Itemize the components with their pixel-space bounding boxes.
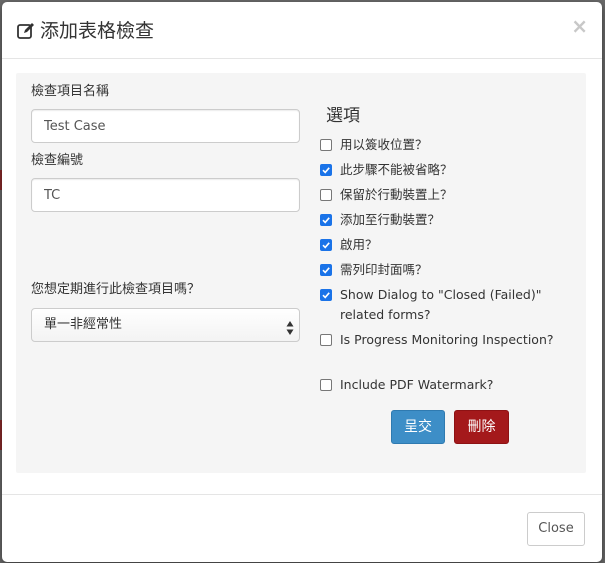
checkbox-checked[interactable] (320, 214, 332, 226)
option-item[interactable]: Show Dialog to "Closed (Failed)" related… (320, 285, 580, 325)
inspection-number-input[interactable] (31, 178, 300, 212)
checkmark-icon (322, 217, 330, 224)
close-button[interactable]: Close (527, 512, 585, 546)
option-item[interactable]: 此步驟不能被省略？ (320, 160, 580, 180)
option-item[interactable]: 保留於行動裝置上？ (320, 185, 580, 205)
schedule-select-value: 單一非經常性 (44, 317, 123, 332)
checkbox-checked[interactable] (320, 239, 332, 251)
option-label: 需列印封面嗎？ (340, 262, 428, 277)
checkbox-checked[interactable] (320, 289, 332, 301)
form-panel: 檢查項目名稱 檢查編號 您想定期進行此檢查項目嗎？ 單一非經常性 選項 用以簽收… (16, 73, 586, 473)
option-label: Include PDF Watermark? (340, 377, 494, 392)
option-label: Is Progress Monitoring Inspection? (340, 332, 554, 347)
select-arrows-icon (286, 317, 294, 335)
inspection-name-label: 檢查項目名稱 (31, 84, 110, 99)
option-item[interactable]: 添加至行動裝置？ (320, 210, 580, 230)
modal-header: 添加表格檢查 × (2, 2, 602, 59)
close-icon[interactable]: × (571, 16, 588, 36)
option-item[interactable]: Is Progress Monitoring Inspection? (320, 330, 580, 350)
option-label: 保留於行動裝置上？ (340, 187, 453, 202)
options-title: 選項 (326, 106, 360, 126)
option-item[interactable]: 需列印封面嗎？ (320, 260, 580, 280)
modal-title-text: 添加表格檢查 (40, 20, 155, 42)
delete-button[interactable]: 刪除 (454, 410, 509, 444)
inspection-number-label: 檢查編號 (31, 153, 84, 168)
checkbox-unchecked[interactable] (320, 334, 332, 346)
checkmark-icon (322, 167, 330, 174)
add-form-inspection-modal: 添加表格檢查 × 檢查項目名稱 檢查編號 您想定期進行此檢查項目嗎？ 單一非經常… (2, 2, 602, 562)
checkbox-unchecked[interactable] (320, 189, 332, 201)
checkbox-unchecked[interactable] (320, 379, 332, 391)
checkbox-checked[interactable] (320, 264, 332, 276)
modal-footer: Close (2, 494, 602, 562)
inspection-name-input[interactable] (31, 109, 300, 143)
option-label: 啟用？ (340, 237, 378, 252)
option-item[interactable]: 啟用？ (320, 235, 580, 255)
checkmark-icon (322, 267, 330, 274)
checkbox-unchecked[interactable] (320, 139, 332, 151)
option-label: 用以簽收位置？ (340, 137, 428, 152)
option-label: 添加至行動裝置？ (340, 212, 441, 227)
option-item[interactable]: 用以簽收位置？ (320, 135, 580, 155)
edit-icon (16, 21, 36, 41)
submit-button[interactable]: 呈交 (391, 410, 445, 444)
checkmark-icon (322, 292, 330, 299)
schedule-select[interactable]: 單一非經常性 (31, 308, 300, 342)
schedule-label: 您想定期進行此檢查項目嗎？ (31, 282, 201, 297)
checkmark-icon (322, 242, 330, 249)
modal-title: 添加表格檢查 (16, 18, 154, 44)
option-label: Show Dialog to "Closed (Failed)" related… (340, 287, 542, 322)
option-label: 此步驟不能被省略？ (340, 162, 453, 177)
checkbox-checked[interactable] (320, 164, 332, 176)
option-item[interactable]: Include PDF Watermark? (320, 375, 580, 395)
